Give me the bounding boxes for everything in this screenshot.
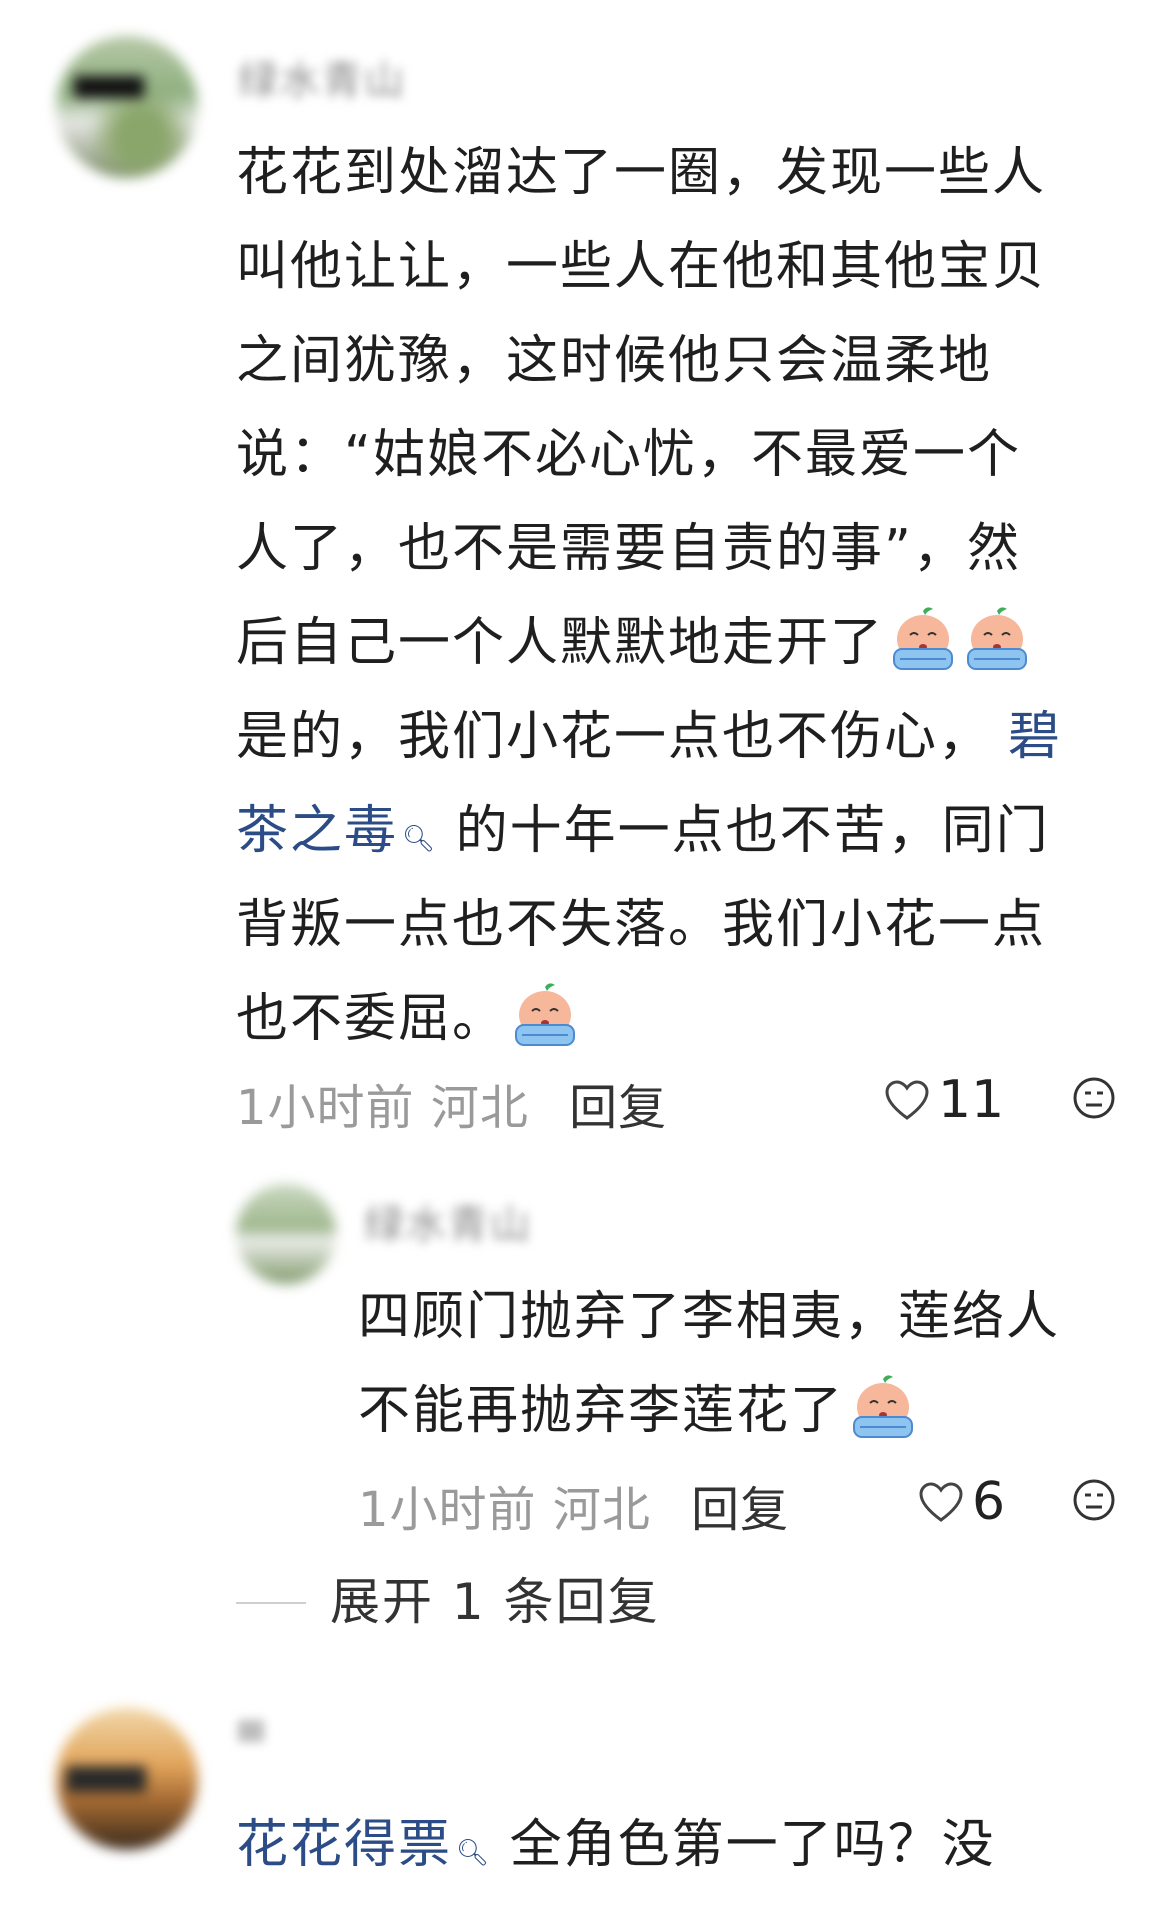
- comment-line: 不能再抛弃李莲花了: [358, 1364, 1138, 1458]
- topic-link[interactable]: 碧: [1008, 707, 1062, 767]
- search-icon[interactable]: 🔍︎: [456, 1838, 491, 1868]
- reply-button[interactable]: 回复: [691, 1482, 789, 1538]
- divider: [236, 1602, 306, 1604]
- comment-text: 是的，我们小花一点也不伤心，: [236, 707, 993, 767]
- crying-emoji-icon: [510, 981, 580, 1051]
- comment-line: 说：“姑娘不必心忧，不最爱一个: [236, 425, 1021, 485]
- like-button[interactable]: 11: [884, 1070, 1004, 1130]
- topic-link[interactable]: 茶之毒: [236, 801, 398, 861]
- author-name[interactable]: [238, 1720, 264, 1742]
- comment-meta: 1小时前 河北 回复: [358, 1470, 789, 1540]
- comment-line: 后自己一个人默默地走开了: [236, 596, 1136, 690]
- author-name[interactable]: 绿水青山: [238, 48, 406, 106]
- crying-emoji-icon: [888, 605, 958, 675]
- comment-text: 不能再抛弃李莲花了: [358, 1381, 845, 1441]
- comment-text: 也不委屈。: [236, 989, 507, 1049]
- heart-outline-icon: [919, 1482, 963, 1522]
- neutral-face-icon[interactable]: [1072, 1076, 1116, 1120]
- crying-emoji-icon: [848, 1373, 918, 1443]
- timestamp: 1小时前: [358, 1482, 537, 1538]
- heart-outline-icon: [885, 1080, 929, 1120]
- comment-text: 的十年一点也不苦，同门: [455, 801, 1050, 861]
- neutral-face-icon[interactable]: [1072, 1478, 1116, 1522]
- expand-replies-button[interactable]: 展开 1 条回复: [330, 1562, 660, 1634]
- comment-line: 也不委屈。: [236, 972, 1136, 1066]
- crying-emoji-icon: [962, 605, 1032, 675]
- timestamp: 1小时前: [236, 1080, 415, 1136]
- like-button[interactable]: 6: [918, 1472, 1005, 1532]
- comment-body: 花花得票 🔍︎ 全角色第一了吗？没: [236, 1798, 1136, 1892]
- comment-body: 花花到处溜达了一圈，发现一些人 叫他让让，一些人在他和其他宝贝 之间犹豫，这时候…: [236, 126, 1136, 1066]
- reply-body: 四顾门抛弃了李相夷，莲络人 不能再抛弃李莲花了: [358, 1270, 1138, 1458]
- comment-text: 全角色第一了吗？没: [509, 1815, 996, 1875]
- avatar[interactable]: [236, 1184, 336, 1284]
- comment-meta: 1小时前 河北 回复: [236, 1068, 667, 1138]
- comment-line: 叫他让让，一些人在他和其他宝贝: [236, 237, 1047, 297]
- comment-line: 是的，我们小花一点也不伤心，碧: [236, 690, 1136, 784]
- comment-line: 茶之毒 🔍︎ 的十年一点也不苦，同门: [236, 784, 1136, 878]
- comment-line: 之间犹豫，这时候他只会温柔地: [236, 331, 993, 391]
- search-icon[interactable]: 🔍︎: [402, 824, 437, 854]
- like-count: 6: [972, 1472, 1006, 1532]
- comment-line: 四顾门抛弃了李相夷，莲络人: [358, 1287, 1061, 1347]
- comment-line: 花花到处溜达了一圈，发现一些人: [236, 143, 1047, 203]
- avatar[interactable]: [56, 36, 198, 178]
- topic-link[interactable]: 花花得票: [236, 1815, 452, 1875]
- comment-line: 花花得票 🔍︎ 全角色第一了吗？没: [236, 1798, 1136, 1892]
- location: 河北: [430, 1080, 529, 1136]
- author-name[interactable]: 绿水青山: [364, 1192, 532, 1250]
- avatar[interactable]: [56, 1708, 198, 1850]
- comment-line: 人了，也不是需要自责的事”，然: [236, 519, 1021, 579]
- comment-text: 后自己一个人默默地走开了: [236, 613, 885, 673]
- like-count: 11: [938, 1070, 1005, 1130]
- location: 河北: [552, 1482, 651, 1538]
- reply-button[interactable]: 回复: [569, 1080, 667, 1136]
- comment-line: 背叛一点也不失落。我们小花一点: [236, 895, 1047, 955]
